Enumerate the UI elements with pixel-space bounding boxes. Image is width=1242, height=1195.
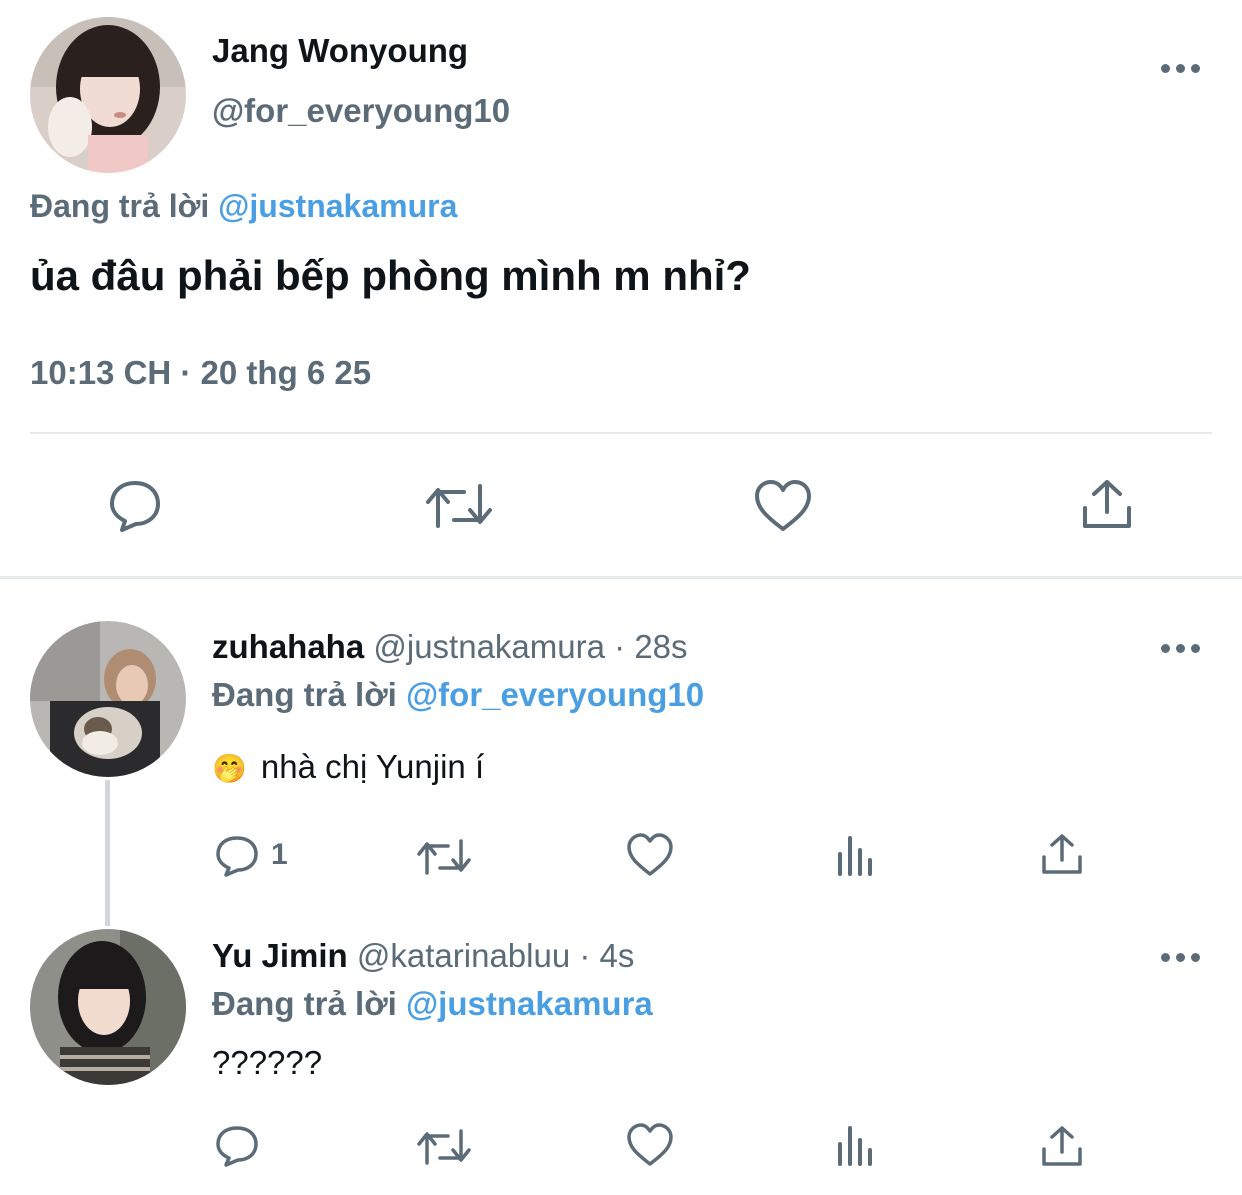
like-icon[interactable] — [626, 832, 674, 878]
share-icon[interactable] — [1040, 1124, 1084, 1168]
avatar-reply-2[interactable] — [30, 929, 186, 1085]
retweet-icon[interactable] — [416, 1126, 472, 1168]
main-handle[interactable]: @for_everyoung10 — [212, 92, 510, 130]
section-divider — [0, 576, 1242, 579]
reply-2-display-name[interactable]: Yu Jimin — [212, 937, 348, 974]
replying-prefix: Đang trả lời — [212, 676, 397, 713]
reply-2-header: Yu Jimin @katarinabluu · 4s — [212, 937, 634, 975]
divider — [30, 432, 1212, 434]
reply-1-replying-to: Đang trả lời @for_everyoung10 — [212, 676, 704, 714]
reply-1-text: nhà chị Yunjin í — [260, 748, 485, 785]
reply-1-header: zuhahaha @justnakamura · 28s — [212, 628, 688, 666]
reply-1-reply-count: 1 — [271, 838, 288, 871]
main-timestamp[interactable]: 10:13 CH · 20 thg 6 25 — [30, 354, 371, 392]
reply-icon[interactable] — [214, 1124, 260, 1168]
reply-2-handle[interactable]: @katarinabluu — [357, 937, 570, 974]
replying-prefix: Đang trả lời — [212, 985, 397, 1022]
replying-to-link[interactable]: @for_everyoung10 — [406, 676, 704, 713]
reply-1-handle[interactable]: @justnakamura — [373, 628, 605, 665]
replying-prefix: Đang trả lời — [30, 188, 210, 224]
like-icon[interactable] — [626, 1122, 674, 1168]
reply-2-replying-to: Đang trả lời @justnakamura — [212, 985, 653, 1023]
avatar-reply-1[interactable] — [30, 621, 186, 777]
retweet-icon[interactable] — [424, 480, 494, 532]
retweet-icon[interactable] — [416, 836, 472, 878]
avatar-main[interactable] — [30, 17, 186, 173]
analytics-icon[interactable] — [836, 834, 876, 876]
reply-2-time[interactable]: · 4s — [579, 937, 634, 974]
replying-to-link[interactable]: @justnakamura — [218, 188, 457, 224]
reply-icon[interactable] — [106, 478, 164, 534]
reply-1-display-name[interactable]: zuhahaha — [212, 628, 364, 665]
more-options-icon[interactable] — [1161, 64, 1200, 73]
like-icon[interactable] — [753, 478, 813, 534]
share-icon[interactable] — [1080, 478, 1134, 532]
reply-1-time[interactable]: · 28s — [614, 628, 687, 665]
analytics-icon[interactable] — [836, 1124, 876, 1166]
main-replying-to: Đang trả lời @justnakamura — [30, 188, 457, 225]
reply-1-body: 🤭 nhà chị Yunjin í — [212, 748, 484, 786]
hand-over-mouth-emoji: 🤭 — [212, 753, 247, 784]
reply-2-more-options-icon[interactable] — [1161, 953, 1200, 962]
replying-to-link[interactable]: @justnakamura — [406, 985, 653, 1022]
reply-2-text: ?????? — [212, 1044, 323, 1081]
thread-line — [105, 780, 110, 926]
main-tweet-text: ủa đâu phải bếp phòng mình m nhỉ? — [30, 252, 751, 299]
reply-1-more-options-icon[interactable] — [1161, 644, 1200, 653]
share-icon[interactable] — [1040, 832, 1084, 876]
main-display-name[interactable]: Jang Wonyoung — [212, 32, 468, 70]
reply-icon[interactable] — [214, 834, 260, 878]
